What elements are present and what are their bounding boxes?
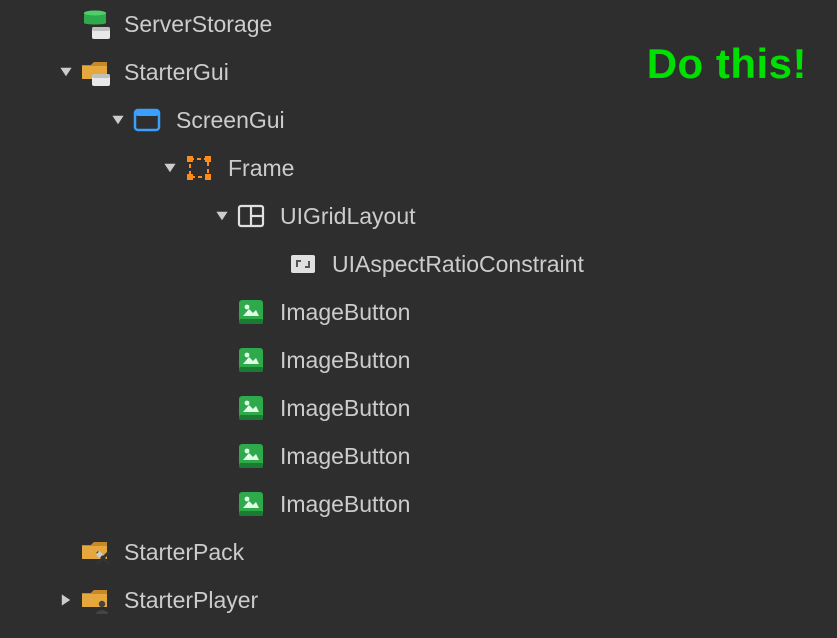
tree-row-imagebutton[interactable]: ImageButton <box>0 288 837 336</box>
tree-row-imagebutton[interactable]: ImageButton <box>0 336 837 384</box>
tree-label: Frame <box>228 155 294 182</box>
tree-row-frame[interactable]: Frame <box>0 144 837 192</box>
imagebutton-icon <box>236 489 266 519</box>
tree-row-starterplayer[interactable]: StarterPlayer <box>0 576 837 624</box>
tree-label: ServerStorage <box>124 11 272 38</box>
tree-label: UIGridLayout <box>280 203 416 230</box>
starterplayer-icon <box>80 585 110 615</box>
tree-label: StarterGui <box>124 59 229 86</box>
tree-label: ImageButton <box>280 395 410 422</box>
imagebutton-icon <box>236 345 266 375</box>
tree-label: ImageButton <box>280 443 410 470</box>
expand-arrow[interactable] <box>52 593 80 607</box>
tree-label: ImageButton <box>280 299 410 326</box>
starterpack-icon <box>80 537 110 567</box>
tree-label: UIAspectRatioConstraint <box>332 251 584 278</box>
tree-row-uigridlayout[interactable]: UIGridLayout <box>0 192 837 240</box>
uigridlayout-icon <box>236 201 266 231</box>
expand-arrow[interactable] <box>208 209 236 223</box>
tree-row-imagebutton[interactable]: ImageButton <box>0 432 837 480</box>
tree-label: StarterPack <box>124 539 244 566</box>
annotation-text: Do this! <box>647 40 807 88</box>
tree-label: ImageButton <box>280 347 410 374</box>
screengui-icon <box>132 105 162 135</box>
explorer-tree: Do this! ServerStorage <box>0 0 837 624</box>
imagebutton-icon <box>236 393 266 423</box>
imagebutton-icon <box>236 297 266 327</box>
expand-arrow[interactable] <box>156 161 184 175</box>
serverstorage-icon <box>80 9 110 39</box>
startergui-icon <box>80 57 110 87</box>
tree-label: ImageButton <box>280 491 410 518</box>
tree-label: StarterPlayer <box>124 587 258 614</box>
uiaspectratioconstraint-icon <box>288 249 318 279</box>
tree-row-uiaspectratioconstraint[interactable]: UIAspectRatioConstraint <box>0 240 837 288</box>
tree-row-imagebutton[interactable]: ImageButton <box>0 480 837 528</box>
expand-arrow[interactable] <box>52 65 80 79</box>
tree-label: ScreenGui <box>176 107 285 134</box>
tree-row-starterpack[interactable]: StarterPack <box>0 528 837 576</box>
tree-row-screengui[interactable]: ScreenGui <box>0 96 837 144</box>
frame-icon <box>184 153 214 183</box>
imagebutton-icon <box>236 441 266 471</box>
expand-arrow[interactable] <box>104 113 132 127</box>
tree-row-imagebutton[interactable]: ImageButton <box>0 384 837 432</box>
